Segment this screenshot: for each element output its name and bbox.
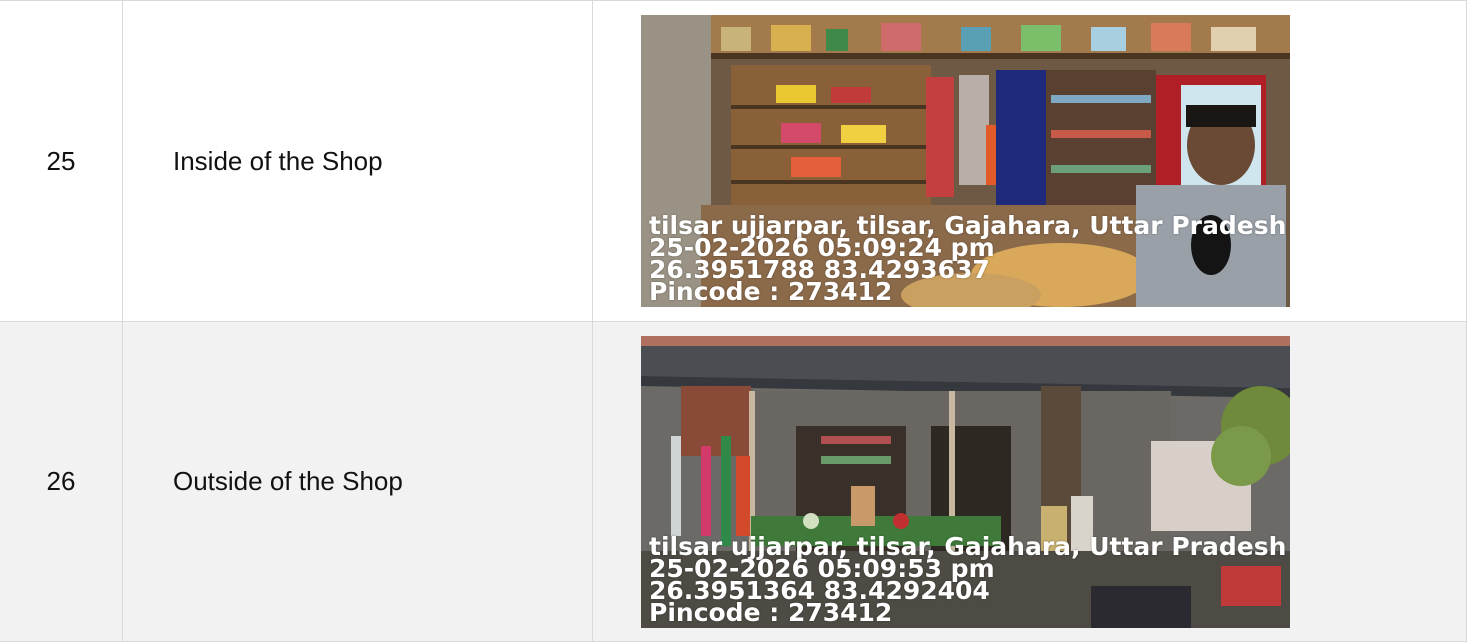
serial-number-cell: 26 xyxy=(0,322,123,641)
photo-cell: tilsar ujjarpar, tilsar, Gajahara, Uttar… xyxy=(593,1,1467,321)
geotag-pincode: Pincode : 273412 xyxy=(649,597,893,627)
description-cell: Outside of the Shop xyxy=(123,322,593,641)
description-cell: Inside of the Shop xyxy=(123,1,593,321)
photo-description: Outside of the Shop xyxy=(173,466,403,496)
serial-number-cell: 25 xyxy=(0,1,123,321)
table-row: 25 Inside of the Shop tilsar ujjarpar, t… xyxy=(0,0,1467,321)
geotag-pincode: Pincode : 273412 xyxy=(649,277,893,306)
photo-evidence-table: 25 Inside of the Shop tilsar ujjarpar, t… xyxy=(0,0,1467,642)
shop-outside-photo: tilsar ujjarpar, tilsar, Gajahara, Uttar… xyxy=(641,335,1290,628)
photo-description: Inside of the Shop xyxy=(173,145,383,176)
photo-cell: tilsar ujjarpar, tilsar, Gajahara, Uttar… xyxy=(593,322,1467,641)
table-row: 26 Outside of the Shop tilsar ujjarpar, … xyxy=(0,321,1467,642)
geotag-stamp: tilsar ujjarpar, tilsar, Gajahara, Uttar… xyxy=(649,534,1286,627)
serial-number: 26 xyxy=(46,466,76,496)
serial-number: 25 xyxy=(46,145,76,176)
shop-inside-photo: tilsar ujjarpar, tilsar, Gajahara, Uttar… xyxy=(641,15,1290,307)
geotag-stamp: tilsar ujjarpar, tilsar, Gajahara, Uttar… xyxy=(649,213,1286,306)
